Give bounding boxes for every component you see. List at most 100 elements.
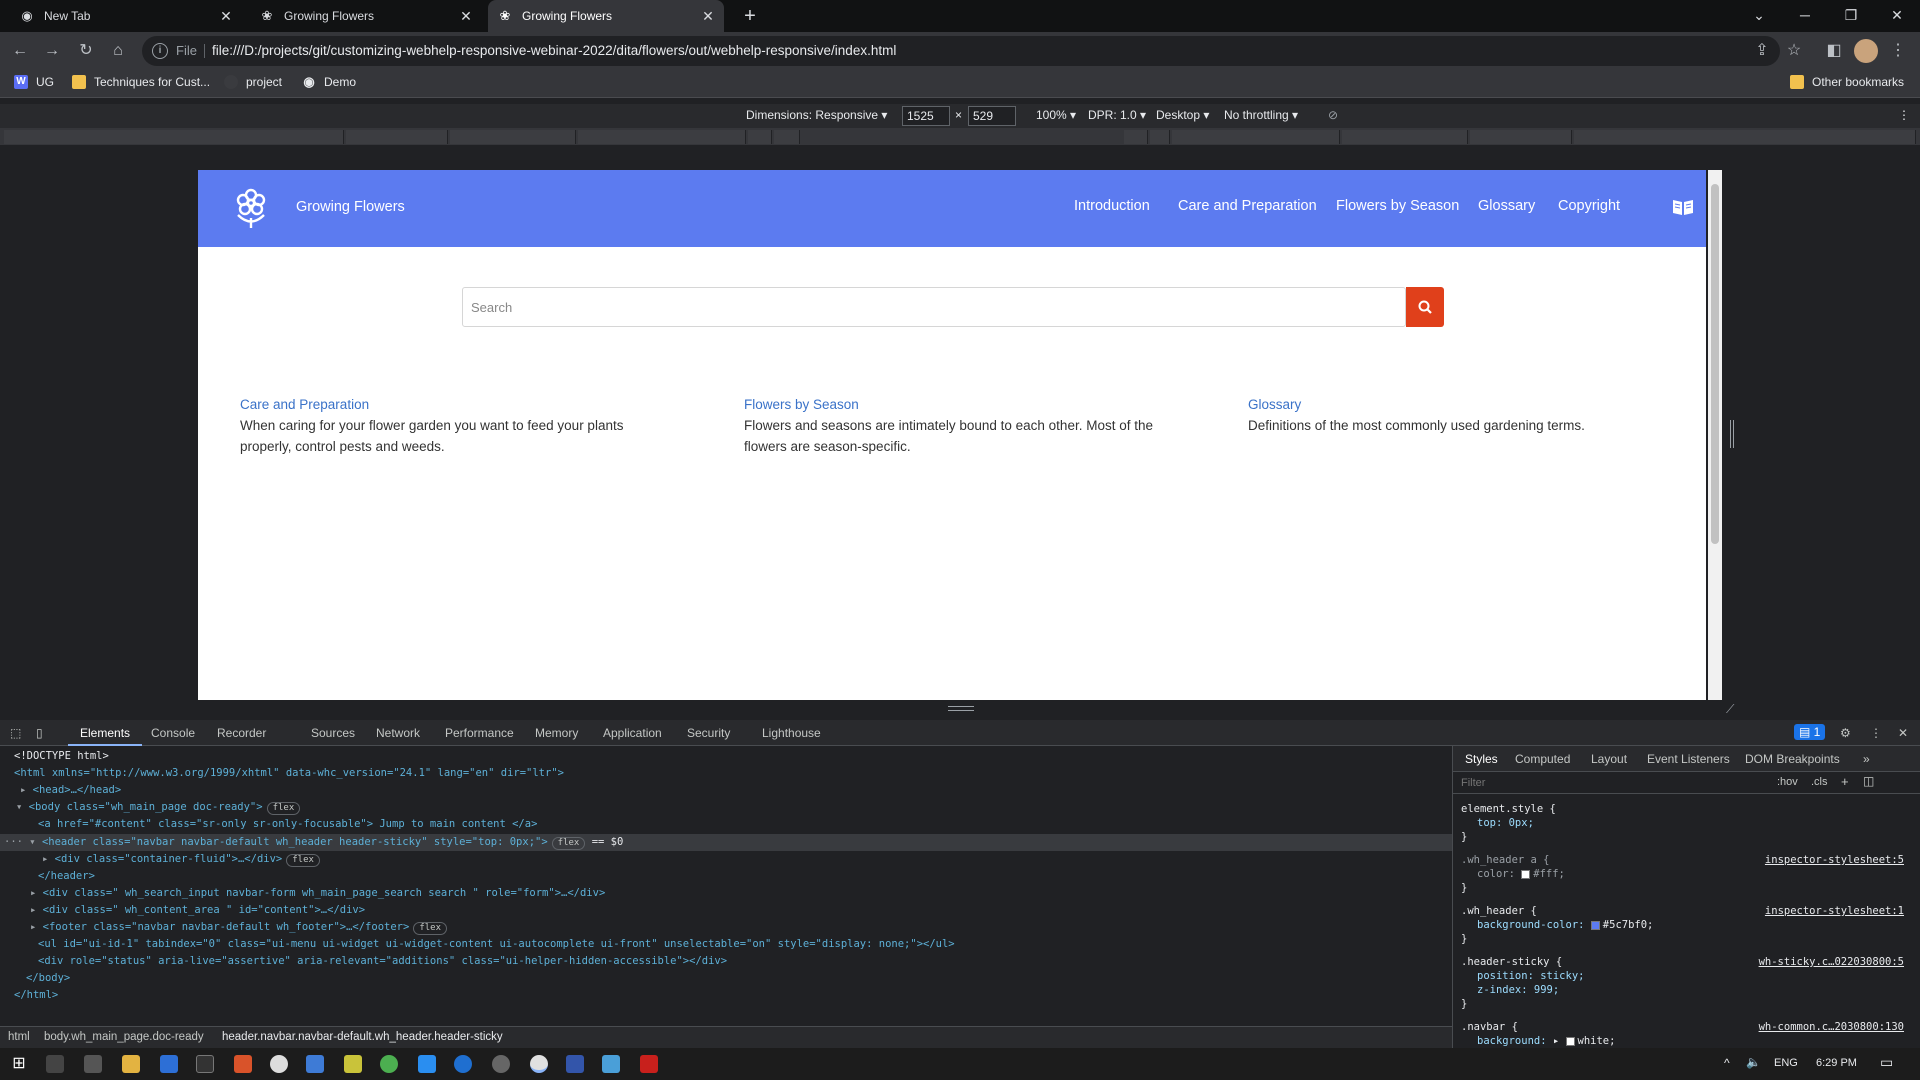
dom-node[interactable]: <ul id="ui-id-1" tabindex="0" class="ui-… (38, 936, 955, 953)
rule-source-link[interactable]: wh-sticky.c…022030800:5 (1759, 956, 1904, 968)
back-icon[interactable]: ← (8, 39, 32, 63)
chrome-taskbar-icon[interactable] (270, 1055, 288, 1073)
minimize-button[interactable]: ─ (1782, 0, 1828, 32)
taskbar-app-icon[interactable] (344, 1055, 362, 1073)
tab-styles[interactable]: Styles (1465, 752, 1498, 766)
clock[interactable]: 6:29 PM (1816, 1057, 1857, 1069)
rule-property[interactable]: z-index: 999; (1477, 984, 1559, 996)
site-title[interactable]: Growing Flowers (296, 199, 405, 215)
tab-event-listeners[interactable]: Event Listeners (1647, 752, 1730, 766)
tab-new-tab[interactable]: ◉ New Tab ✕ (10, 0, 242, 32)
file-explorer-icon[interactable] (122, 1055, 140, 1073)
tab-growing-flowers-1[interactable]: ❀ Growing Flowers ✕ (250, 0, 482, 32)
tab-lighthouse[interactable]: Lighthouse (762, 726, 821, 740)
rule-source-link[interactable]: wh-common.c…2030800:130 (1759, 1021, 1904, 1033)
menu-icon[interactable]: ⋮ (1886, 39, 1910, 63)
dom-node[interactable]: <!DOCTYPE html> (14, 748, 109, 765)
devtools-menu-icon[interactable]: ⋮ (1870, 726, 1882, 740)
dom-node[interactable]: <a href="#content" class="sr-only sr-onl… (38, 816, 537, 833)
rule-selector[interactable]: element.style { (1461, 803, 1556, 815)
throttling-select[interactable]: No throttling ▾ (1224, 108, 1298, 122)
vscode-icon[interactable] (418, 1055, 436, 1073)
bookmark-demo[interactable]: ◉ Demo (302, 75, 356, 90)
dpr-select[interactable]: DPR: 1.0 ▾ (1088, 108, 1146, 122)
close-window-button[interactable]: ✕ (1874, 0, 1920, 32)
add-rule-icon[interactable]: + (1841, 774, 1849, 789)
width-input[interactable]: 1525 (902, 106, 950, 126)
volume-icon[interactable]: 🔈 (1746, 1055, 1761, 1069)
close-icon[interactable]: ✕ (700, 8, 716, 24)
close-icon[interactable]: ✕ (218, 8, 234, 24)
taskbar-app-icon[interactable] (454, 1055, 472, 1073)
bookmark-ug[interactable]: W UG (14, 75, 54, 89)
tab-search-icon[interactable]: ⌄ (1736, 0, 1782, 32)
resize-handle-right[interactable] (1730, 420, 1734, 448)
nav-care-and-preparation[interactable]: Care and Preparation (1178, 198, 1317, 214)
tab-growing-flowers-2[interactable]: ❀ Growing Flowers ✕ (488, 0, 724, 32)
search-input[interactable] (463, 288, 1403, 326)
dom-node[interactable]: ▸ <footer class="navbar navbar-default w… (30, 919, 447, 936)
reload-icon[interactable]: ↻ (74, 39, 98, 63)
profile-avatar[interactable] (1854, 39, 1878, 63)
nav-copyright[interactable]: Copyright (1558, 198, 1620, 214)
rule-selector[interactable]: .header-sticky { (1461, 956, 1562, 968)
home-icon[interactable]: ⌂ (106, 39, 130, 63)
tab-sources[interactable]: Sources (311, 726, 355, 740)
star-icon[interactable]: ☆ (1782, 39, 1806, 63)
tab-security[interactable]: Security (687, 726, 730, 740)
tab-console[interactable]: Console (151, 726, 195, 740)
taskbar-app-icon[interactable] (492, 1055, 510, 1073)
other-bookmarks[interactable]: Other bookmarks (1790, 75, 1904, 89)
rotate-icon[interactable]: ⊘ (1328, 108, 1338, 122)
resize-handle-bottom[interactable] (948, 706, 974, 711)
book-icon[interactable] (1672, 198, 1694, 216)
nav-glossary[interactable]: Glossary (1478, 198, 1535, 214)
hov-toggle[interactable]: :hov (1777, 776, 1798, 788)
dom-node[interactable]: <html xmlns="http://www.w3.org/1999/xhtm… (14, 765, 564, 782)
rule-property[interactable]: top: 0px; (1477, 817, 1534, 829)
color-swatch[interactable] (1565, 1036, 1575, 1046)
windows-start-icon[interactable]: ⊞ (10, 1055, 28, 1073)
breadcrumb-item[interactable]: html (8, 1031, 30, 1043)
rule-selector[interactable]: .wh_header a { (1461, 854, 1550, 866)
dom-node[interactable]: ▸ <div class="container-fluid">…</div> fl… (42, 851, 320, 868)
taskbar-app-icon[interactable] (234, 1055, 252, 1073)
terminal-icon[interactable] (196, 1055, 214, 1073)
media-query-segment[interactable] (1150, 130, 1170, 144)
issues-badge[interactable]: ▤ 1 (1794, 724, 1826, 740)
inspect-icon[interactable]: ⬚ (10, 726, 21, 740)
zoom-select[interactable]: 100% ▾ (1036, 108, 1076, 122)
nav-flowers-by-season[interactable]: Flowers by Season (1336, 198, 1459, 214)
filter-input[interactable] (1461, 775, 1741, 791)
bookmark-project[interactable]: project (224, 75, 282, 89)
height-input[interactable]: 529 (968, 106, 1016, 126)
dom-node[interactable]: </header> (38, 868, 95, 885)
close-icon[interactable]: ✕ (458, 8, 474, 24)
taskbar-app-icon[interactable] (566, 1055, 584, 1073)
topic-link[interactable]: Flowers by Season (744, 397, 1164, 412)
notifications-icon[interactable]: ▭ (1880, 1054, 1893, 1071)
device-toggle-icon[interactable]: ▯ (36, 726, 43, 740)
color-swatch[interactable] (1521, 869, 1531, 879)
rule-property[interactable]: color: #fff; (1477, 868, 1565, 880)
dom-node[interactable]: <div role="status" aria-live="assertive"… (38, 953, 727, 970)
dimensions-select[interactable]: Dimensions: Responsive ▾ (746, 108, 887, 122)
restore-button[interactable]: ❐ (1828, 0, 1874, 32)
dom-node[interactable]: </body> (26, 970, 70, 987)
taskbar-app-icon[interactable] (84, 1055, 102, 1073)
acrobat-icon[interactable] (640, 1055, 658, 1073)
chrome-active-icon[interactable] (530, 1055, 548, 1073)
topic-link[interactable]: Care and Preparation (240, 397, 660, 412)
nav-introduction[interactable]: Introduction (1074, 198, 1150, 214)
close-devtools-icon[interactable]: ✕ (1898, 726, 1908, 740)
tab-computed[interactable]: Computed (1515, 752, 1570, 766)
tab-recorder[interactable]: Recorder (217, 726, 266, 740)
dom-node[interactable]: ▸ <div class=" wh_search_input navbar-fo… (30, 885, 605, 902)
taskbar-app-icon[interactable] (602, 1055, 620, 1073)
media-query-segment[interactable] (578, 130, 746, 144)
media-query-segment[interactable] (4, 130, 344, 144)
topic-link[interactable]: Glossary (1248, 397, 1678, 412)
tray-chevron-icon[interactable]: ^ (1724, 1056, 1730, 1070)
settings-icon[interactable]: ⚙ (1840, 726, 1851, 740)
tab-memory[interactable]: Memory (535, 726, 578, 740)
